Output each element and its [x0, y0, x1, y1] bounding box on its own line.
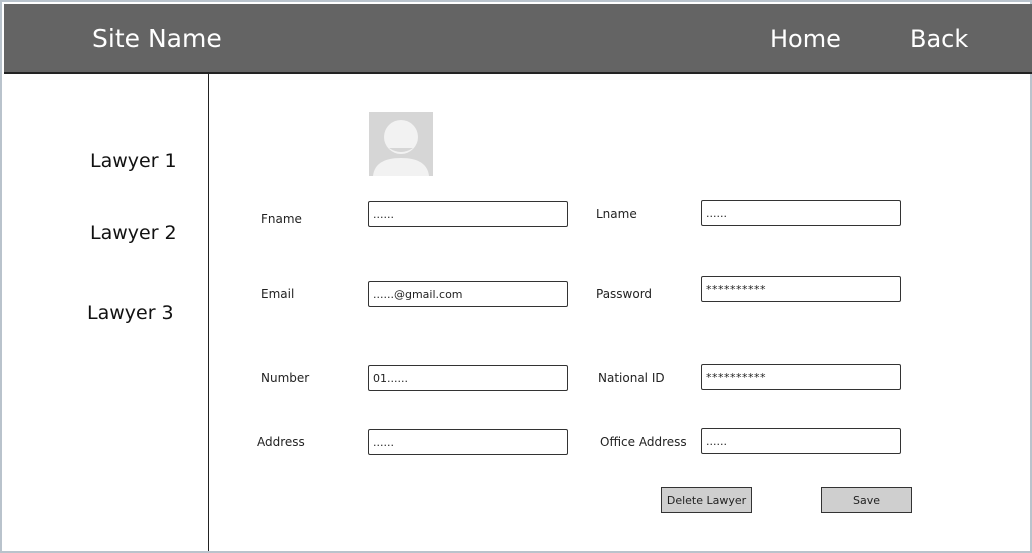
- email-field[interactable]: [368, 281, 568, 307]
- address-field[interactable]: [368, 429, 568, 455]
- delete-lawyer-button[interactable]: Delete Lawyer: [661, 487, 752, 513]
- nav-home-link[interactable]: Home: [770, 25, 841, 53]
- site-name[interactable]: Site Name: [92, 24, 222, 53]
- save-button[interactable]: Save: [821, 487, 912, 513]
- password-label: Password: [596, 287, 653, 301]
- sidebar-item-lawyer-1[interactable]: Lawyer 1: [90, 150, 177, 172]
- office-address-label: Office Address: [600, 435, 687, 449]
- national-id-label: National ID: [598, 371, 665, 385]
- sidebar-item-lawyer-2[interactable]: Lawyer 2: [90, 222, 177, 244]
- address-label: Address: [257, 435, 305, 449]
- fname-label: Fname: [261, 212, 302, 226]
- user-avatar-icon: [369, 112, 433, 176]
- number-field[interactable]: [368, 365, 568, 391]
- email-label: Email: [261, 287, 295, 301]
- sidebar: Lawyer 1 Lawyer 2 Lawyer 3: [4, 74, 209, 551]
- password-field[interactable]: [701, 276, 901, 302]
- sidebar-item-lawyer-3[interactable]: Lawyer 3: [87, 302, 174, 324]
- app-window: Site Name Home Back Lawyer 1 Lawyer 2 La…: [0, 0, 1032, 553]
- fname-field[interactable]: [368, 201, 568, 227]
- national-id-field[interactable]: [701, 364, 901, 390]
- office-address-field[interactable]: [701, 428, 901, 454]
- lname-field[interactable]: [701, 200, 901, 226]
- top-nav-bar: Site Name Home Back: [4, 4, 1032, 74]
- nav-back-link[interactable]: Back: [910, 25, 968, 53]
- number-label: Number: [261, 371, 310, 385]
- lname-label: Lname: [596, 207, 637, 221]
